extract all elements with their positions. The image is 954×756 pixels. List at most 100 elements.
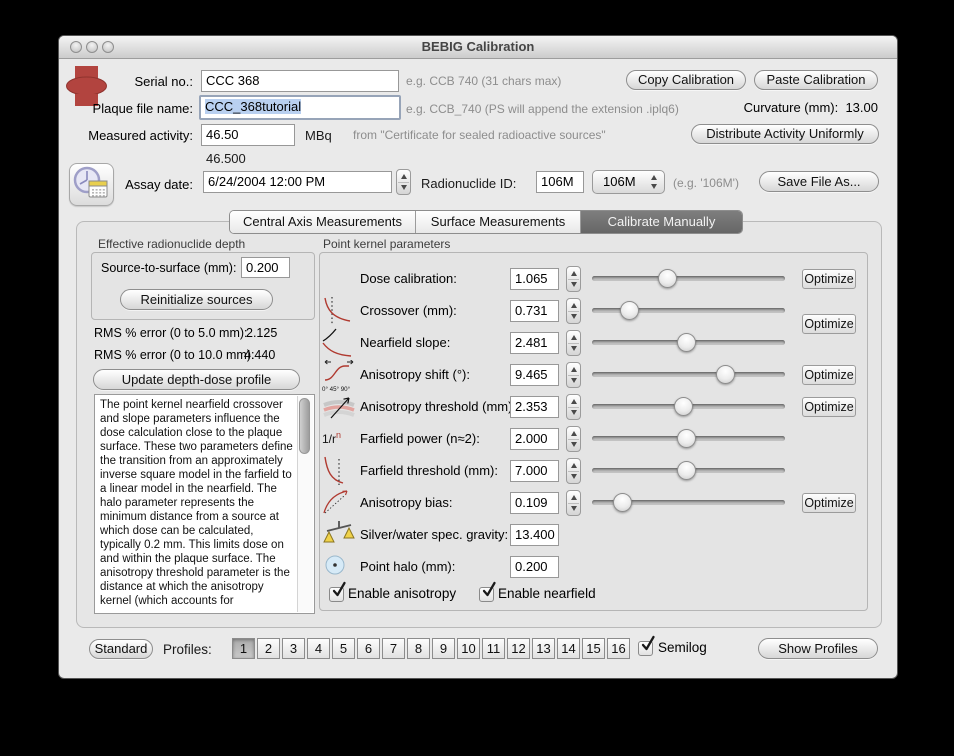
source-to-surface-label: Source-to-surface (mm):	[101, 261, 236, 275]
radionuclide-hint: (e.g. '106M')	[673, 176, 739, 190]
param-value-field[interactable]: 0.731	[510, 300, 559, 322]
profile-button-6[interactable]: 6	[357, 638, 380, 659]
slider-thumb[interactable]	[677, 461, 696, 480]
assay-date-input[interactable]: 6/24/2004 12:00 PM	[203, 171, 392, 193]
measured-activity-input[interactable]: 46.50	[201, 124, 295, 146]
plaque-file-name-hint: e.g. CCB_740 (PS will append the extensi…	[406, 102, 679, 116]
profile-button-7[interactable]: 7	[382, 638, 405, 659]
activity-hint: from "Certificate for sealed radioactive…	[353, 128, 606, 142]
point-halo-dot-icon	[322, 552, 356, 584]
title-bar[interactable]: BEBIG Calibration	[59, 36, 897, 59]
profile-button-15[interactable]: 15	[582, 638, 605, 659]
param-label: Dose calibration:	[360, 271, 457, 286]
param-value-field[interactable]: 2.481	[510, 332, 559, 354]
param-slider[interactable]	[592, 460, 785, 482]
slider-thumb[interactable]	[613, 493, 632, 512]
param-label: Silver/water spec. gravity:	[360, 527, 508, 542]
profile-button-8[interactable]: 8	[407, 638, 430, 659]
scrollbar-thumb[interactable]	[299, 398, 310, 454]
distribute-activity-button[interactable]: Distribute Activity Uniformly	[691, 124, 879, 144]
save-file-as-button[interactable]: Save File As...	[759, 171, 879, 192]
point-kernel-group: Enable anisotropy Enable nearfield Dose …	[319, 252, 868, 611]
param-value-field[interactable]: 13.400	[510, 524, 559, 546]
reinitialize-sources-button[interactable]: Reinitialize sources	[120, 289, 273, 310]
param-slider[interactable]	[592, 268, 785, 290]
optimize-button[interactable]: Optimize	[802, 314, 856, 334]
info-scrollbar[interactable]	[297, 396, 313, 612]
slider-thumb[interactable]	[658, 269, 677, 288]
profile-button-4[interactable]: 4	[307, 638, 330, 659]
slider-track[interactable]	[592, 372, 785, 377]
anisotropy-threshold-bands-icon	[322, 392, 356, 424]
param-value-field[interactable]: 9.465	[510, 364, 559, 386]
param-value-field[interactable]: 0.200	[510, 556, 559, 578]
balance-scale-icon	[322, 520, 356, 552]
enable-nearfield-checkbox[interactable]	[479, 587, 494, 602]
optimize-button[interactable]: Optimize	[802, 365, 856, 385]
update-depth-dose-button[interactable]: Update depth-dose profile	[93, 369, 300, 390]
semilog-checkbox[interactable]	[638, 641, 653, 656]
param-stepper[interactable]	[566, 298, 581, 324]
radionuclide-dropdown[interactable]: 106M	[592, 170, 665, 194]
assay-date-stepper[interactable]	[396, 169, 411, 195]
param-value-field[interactable]: 7.000	[510, 460, 559, 482]
param-label: Anisotropy threshold (mm):	[360, 399, 516, 414]
tab-surface-measurements[interactable]: Surface Measurements	[416, 211, 581, 233]
param-stepper[interactable]	[566, 490, 581, 516]
param-slider[interactable]	[592, 300, 785, 322]
point-kernel-caption: Point kernel parameters	[323, 237, 450, 251]
param-slider[interactable]	[592, 364, 785, 386]
param-value-field[interactable]: 1.065	[510, 268, 559, 290]
show-profiles-button[interactable]: Show Profiles	[758, 638, 878, 659]
param-slider[interactable]	[592, 396, 785, 418]
optimize-button[interactable]: Optimize	[802, 397, 856, 417]
profile-button-16[interactable]: 16	[607, 638, 630, 659]
param-slider[interactable]	[592, 428, 785, 450]
slider-thumb[interactable]	[620, 301, 639, 320]
paste-calibration-button[interactable]: Paste Calibration	[754, 70, 878, 90]
slider-thumb[interactable]	[677, 333, 696, 352]
param-slider[interactable]	[592, 332, 785, 354]
profile-button-3[interactable]: 3	[282, 638, 305, 659]
param-stepper[interactable]	[566, 266, 581, 292]
param-value-field[interactable]: 0.109	[510, 492, 559, 514]
slider-thumb[interactable]	[716, 365, 735, 384]
dropdown-down-arrow-icon	[651, 184, 657, 189]
slider-thumb[interactable]	[674, 397, 693, 416]
profile-button-2[interactable]: 2	[257, 638, 280, 659]
radionuclide-id-input[interactable]: 106M	[536, 171, 584, 193]
profile-button-13[interactable]: 13	[532, 638, 555, 659]
profile-button-11[interactable]: 11	[482, 638, 505, 659]
serial-label: Serial no.:	[59, 74, 193, 89]
standard-button[interactable]: Standard	[89, 639, 153, 659]
profile-button-9[interactable]: 9	[432, 638, 455, 659]
param-stepper[interactable]	[566, 394, 581, 420]
param-stepper[interactable]	[566, 330, 581, 356]
tab-central-axis-measurements[interactable]: Central Axis Measurements	[230, 211, 416, 233]
plaque-file-name-input[interactable]: CCC_368tutorial	[199, 95, 401, 120]
source-to-surface-input[interactable]: 0.200	[241, 257, 290, 278]
param-value-field[interactable]: 2.353	[510, 396, 559, 418]
profile-button-14[interactable]: 14	[557, 638, 580, 659]
copy-calibration-button[interactable]: Copy Calibration	[626, 70, 746, 90]
param-stepper[interactable]	[566, 362, 581, 388]
selected-text: CCC_368tutorial	[205, 99, 301, 114]
param-stepper[interactable]	[566, 458, 581, 484]
profile-button-10[interactable]: 10	[457, 638, 480, 659]
window-title: BEBIG Calibration	[59, 36, 897, 58]
radionuclide-dropdown-value: 106M	[603, 171, 636, 193]
profile-button-5[interactable]: 5	[332, 638, 355, 659]
param-value-field[interactable]: 2.000	[510, 428, 559, 450]
slider-track[interactable]	[592, 276, 785, 281]
param-slider[interactable]	[592, 492, 785, 514]
optimize-button[interactable]: Optimize	[802, 493, 856, 513]
info-text: The point kernel nearfield crossover and…	[100, 398, 294, 611]
param-stepper[interactable]	[566, 426, 581, 452]
profile-button-1[interactable]: 1	[232, 638, 255, 659]
tab-calibrate-manually[interactable]: Calibrate Manually	[581, 211, 742, 233]
profile-button-12[interactable]: 12	[507, 638, 530, 659]
serial-input[interactable]: CCC 368	[201, 70, 399, 92]
enable-anisotropy-checkbox[interactable]	[329, 587, 344, 602]
slider-thumb[interactable]	[677, 429, 696, 448]
optimize-button[interactable]: Optimize	[802, 269, 856, 289]
